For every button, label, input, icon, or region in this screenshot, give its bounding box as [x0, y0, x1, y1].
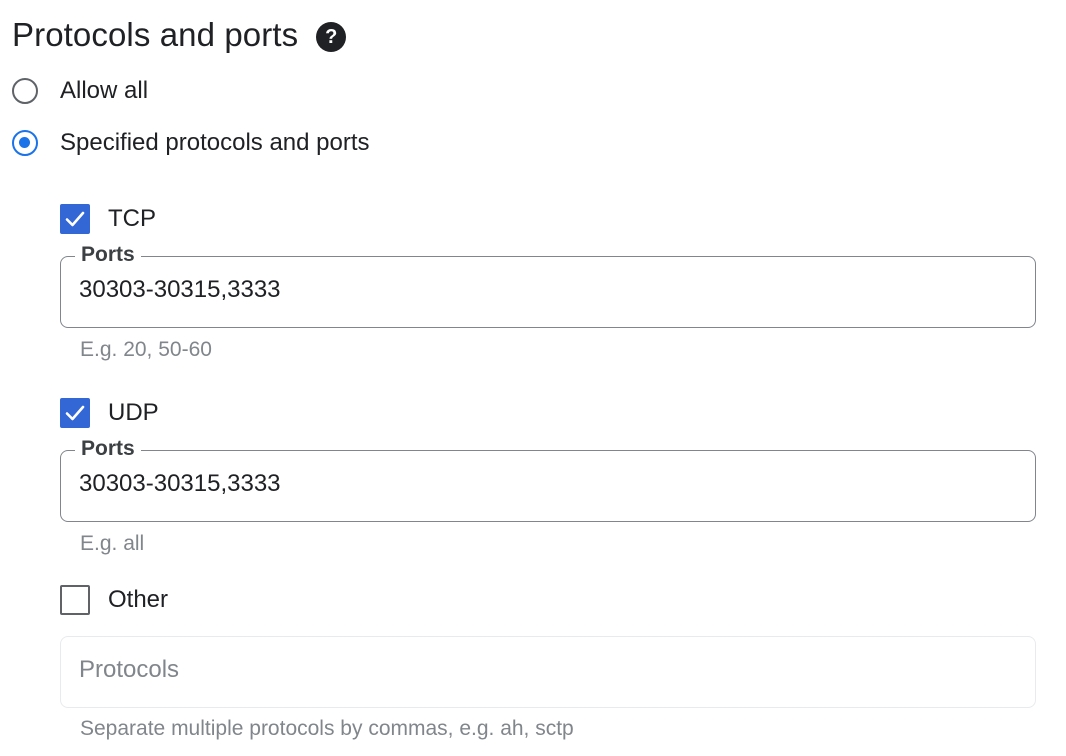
udp-checkbox[interactable] [60, 398, 90, 428]
help-icon[interactable]: ? [316, 22, 347, 52]
section-header: Protocols and ports ? [12, 12, 347, 58]
radio-allow-all[interactable]: Allow all [12, 77, 148, 105]
tcp-ports-input[interactable] [79, 276, 979, 304]
tcp-label: TCP [108, 205, 156, 232]
tcp-ports-label: Ports [75, 242, 141, 268]
tcp-ports-hint: E.g. 20, 50-60 [80, 338, 212, 361]
radio-label-specified: Specified protocols and ports [60, 129, 370, 156]
udp-ports-hint: E.g. all [80, 532, 145, 555]
radio-button-allow-all[interactable] [12, 78, 38, 104]
udp-label: UDP [108, 399, 159, 426]
other-checkbox-row[interactable]: Other [60, 585, 168, 615]
checkmark-icon [65, 405, 85, 421]
checkmark-icon [65, 211, 85, 227]
other-checkbox[interactable] [60, 585, 90, 615]
udp-checkbox-row[interactable]: UDP [60, 398, 159, 428]
udp-ports-field[interactable]: Ports [60, 436, 1036, 522]
tcp-checkbox[interactable] [60, 204, 90, 234]
radio-label-allow-all: Allow all [60, 77, 149, 104]
other-protocols-input[interactable] [79, 656, 979, 684]
other-label: Other [108, 586, 169, 613]
radio-button-specified[interactable] [12, 130, 38, 156]
udp-ports-label: Ports [75, 436, 141, 462]
tcp-ports-field[interactable]: Ports [60, 242, 1036, 328]
radio-specified-protocols[interactable]: Specified protocols and ports [12, 129, 370, 157]
other-protocols-hint: Separate multiple protocols by commas, e… [80, 717, 574, 740]
section-title: Protocols and ports [12, 16, 299, 53]
udp-ports-input[interactable] [79, 470, 979, 498]
tcp-checkbox-row[interactable]: TCP [60, 204, 156, 234]
other-protocols-field[interactable] [60, 636, 1036, 708]
